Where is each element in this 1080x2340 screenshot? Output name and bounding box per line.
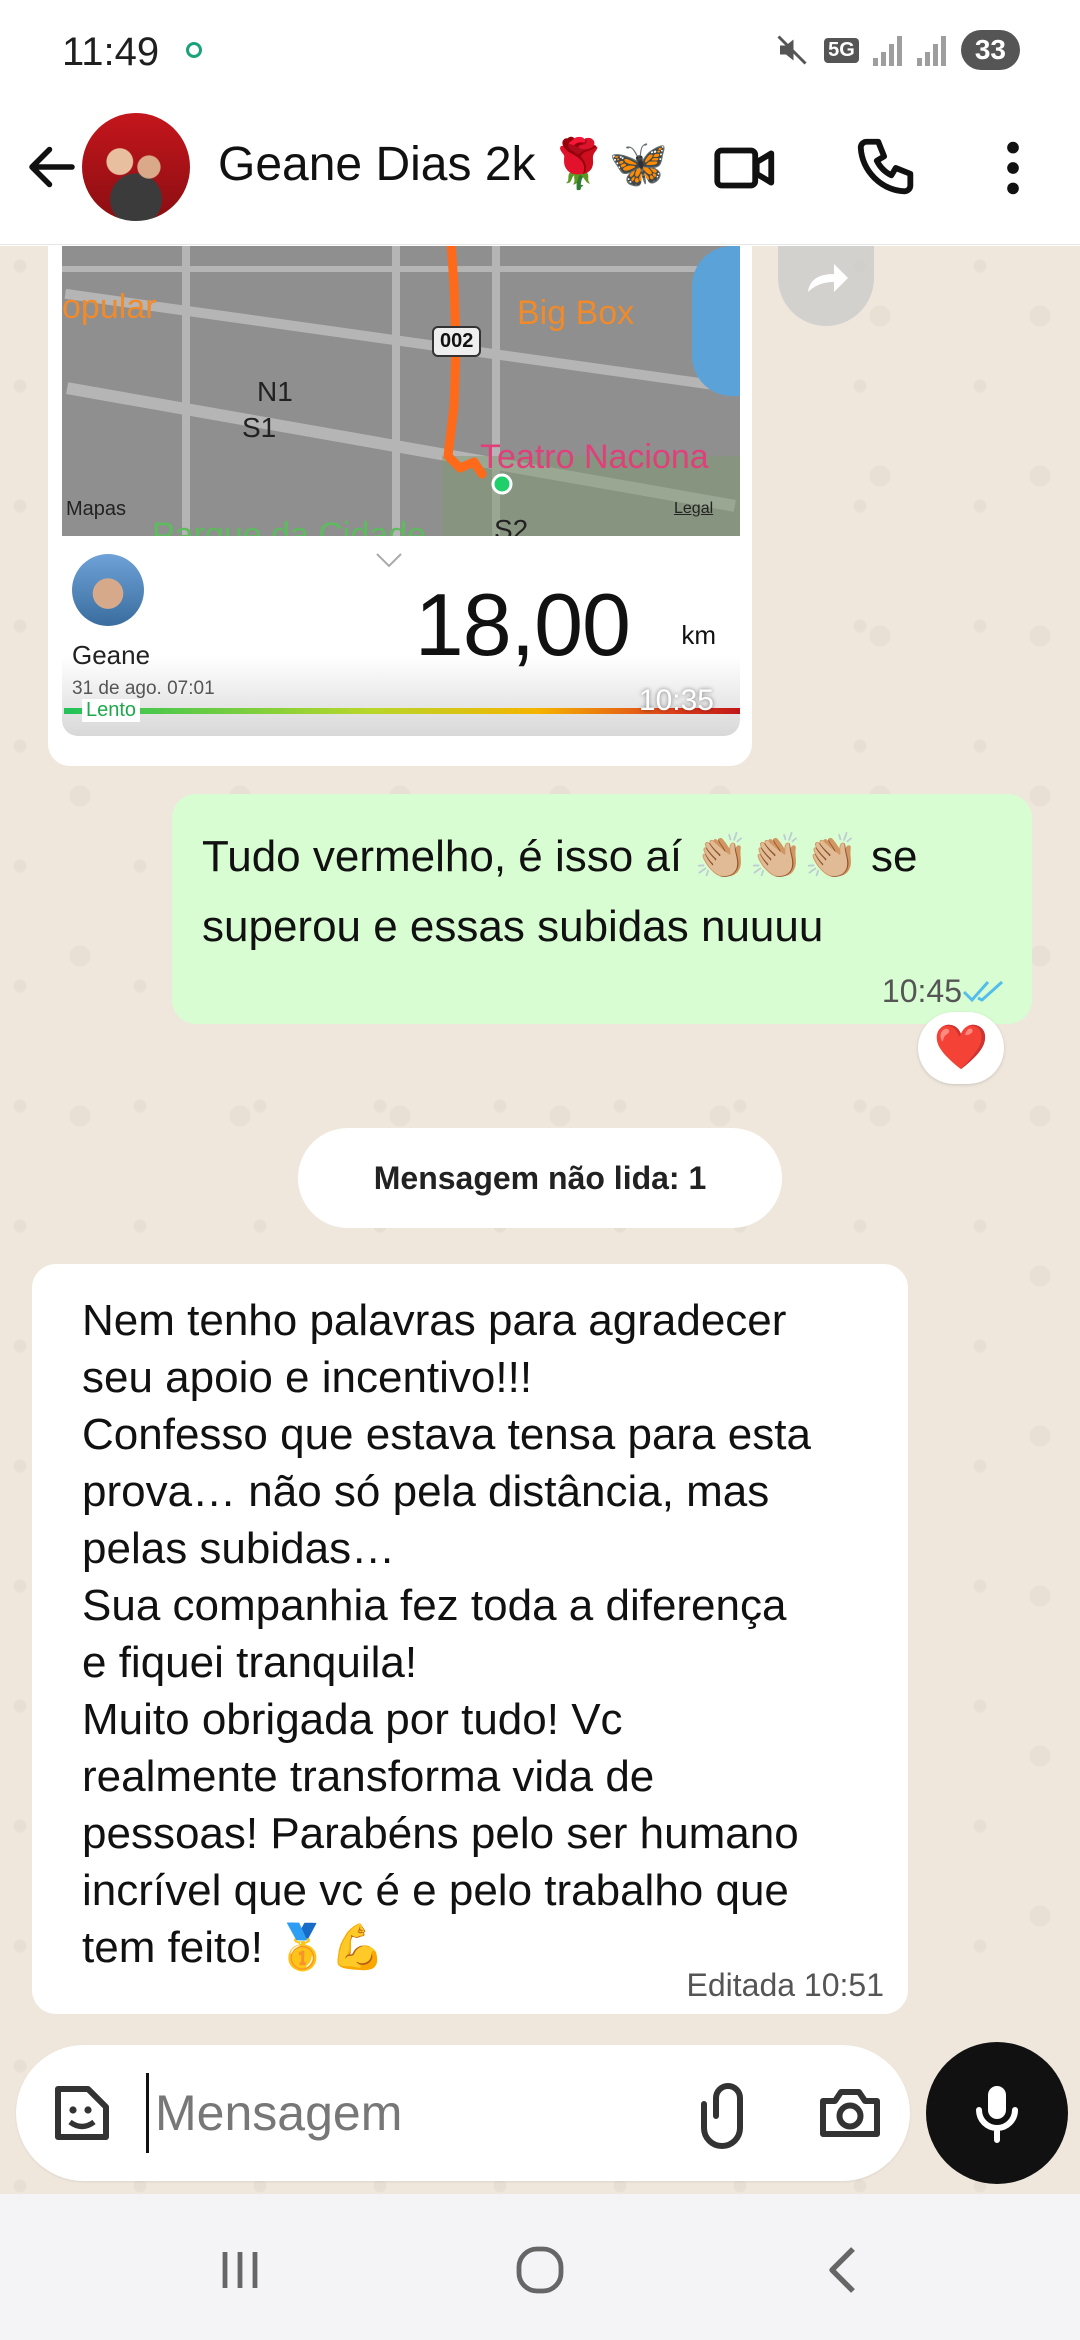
map-label-popular: opular — [62, 288, 157, 326]
network-badge: 5G — [824, 37, 859, 63]
map-label-s1: S1 — [242, 412, 277, 443]
forward-icon — [808, 264, 848, 292]
runner-date: 31 de ago. 07:01 — [72, 678, 215, 699]
back-nav-icon[interactable] — [808, 2234, 880, 2306]
pace-label: Lento — [82, 699, 141, 722]
status-time: 11:49 — [62, 30, 160, 74]
mute-icon — [777, 35, 807, 65]
status-icons: 5G 33 — [774, 30, 1020, 70]
activity-summary: Geane 31 de ago. 07:01 18,00 km Lento 10… — [62, 536, 740, 736]
incoming-message[interactable]: Nem tenho palavras para agradecer seu ap… — [32, 1264, 908, 2014]
signal-icon-2 — [916, 34, 947, 66]
chevron-down-icon — [376, 553, 402, 568]
battery-indicator: 33 — [960, 30, 1020, 70]
incoming-message-time: Editada 10:51 — [686, 1967, 885, 2003]
outgoing-message-time: 10:45 — [881, 973, 962, 1009]
apple-maps-label: Mapas — [66, 498, 127, 520]
voice-record-button[interactable] — [926, 2042, 1068, 2184]
phone-call-icon[interactable] — [852, 133, 922, 203]
contact-avatar[interactable] — [82, 113, 190, 221]
more-options-icon[interactable] — [978, 133, 1048, 203]
message-composer — [16, 2045, 910, 2181]
road-badge: 002 — [432, 326, 482, 357]
legal-link[interactable]: Legal — [674, 500, 713, 518]
sticker-icon[interactable] — [46, 2077, 118, 2149]
activity-card-message[interactable]: opular Big Box Teatro Naciona Parque da … — [48, 246, 752, 766]
location-icon — [186, 42, 202, 58]
back-arrow-icon[interactable] — [22, 137, 82, 197]
map-label-bigbox: Big Box — [517, 294, 635, 332]
map-label-n1: N1 — [257, 376, 293, 407]
camera-icon[interactable] — [814, 2077, 886, 2149]
incoming-message-text: Nem tenho palavras para agradecer seu ap… — [82, 1296, 811, 1972]
chat-area[interactable]: opular Big Box Teatro Naciona Parque da … — [0, 246, 1080, 2194]
signal-icon — [872, 34, 903, 66]
message-input[interactable] — [146, 2073, 666, 2153]
outgoing-message-text: Tudo vermelho, é isso aí 👏🏼👏🏼👏🏼 se super… — [202, 832, 918, 951]
contact-name[interactable]: Geane Dias 2k 🌹🦋 — [218, 135, 668, 192]
system-navigation-bar — [0, 2194, 1080, 2340]
status-bar: 11:49 5G 33 — [0, 0, 1080, 105]
runner-avatar — [72, 554, 144, 626]
forward-button[interactable] — [778, 246, 874, 326]
runner-name: Geane — [72, 640, 151, 670]
route-map[interactable]: opular Big Box Teatro Naciona Parque da … — [62, 246, 740, 550]
map-label-teatro: Teatro Naciona — [480, 438, 709, 476]
paperclip-icon[interactable] — [686, 2077, 758, 2149]
recent-apps-icon[interactable] — [204, 2234, 276, 2306]
microphone-icon — [976, 2086, 1018, 2143]
message-time: 10:35 — [638, 684, 714, 717]
heart-reaction[interactable]: ❤️ — [918, 1012, 1004, 1084]
read-receipt-icon — [962, 980, 1004, 1003]
unread-messages-divider: Mensagem não lida: 1 — [298, 1128, 782, 1228]
chat-header: Geane Dias 2k 🌹🦋 — [0, 105, 1080, 245]
distance-value: 18,00 — [414, 575, 631, 674]
home-icon[interactable] — [504, 2234, 576, 2306]
outgoing-message[interactable]: Tudo vermelho, é isso aí 👏🏼👏🏼👏🏼 se super… — [172, 794, 1032, 1024]
distance-unit: km — [681, 620, 716, 650]
video-call-icon[interactable] — [710, 133, 780, 203]
